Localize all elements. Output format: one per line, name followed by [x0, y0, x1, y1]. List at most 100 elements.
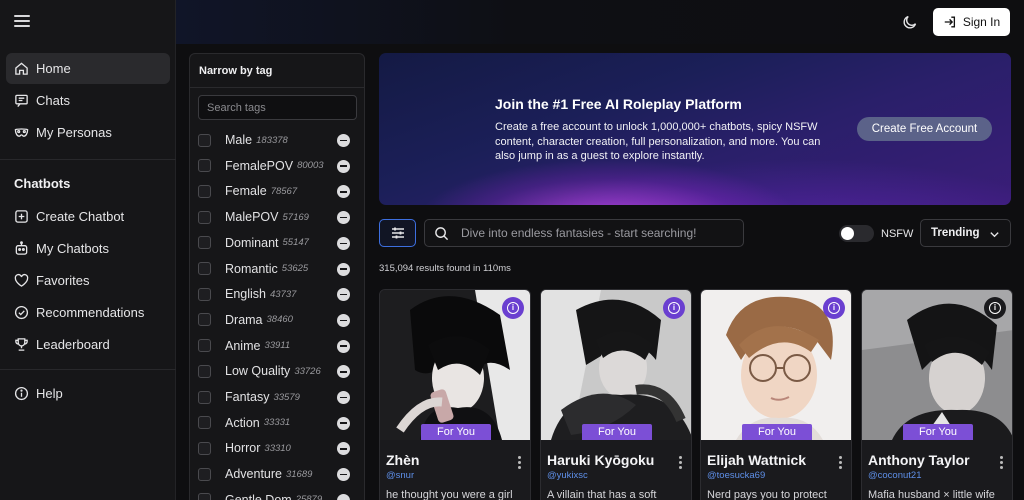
tag-row[interactable]: MalePOV 57169 — [198, 208, 350, 226]
tag-row[interactable]: Action 33331 — [198, 414, 350, 432]
search-icon — [435, 226, 449, 240]
create-account-button[interactable]: Create Free Account — [857, 117, 992, 141]
tag-checkbox[interactable] — [198, 441, 211, 455]
exclude-tag-icon[interactable] — [337, 236, 350, 250]
tag-search-input[interactable] — [198, 95, 357, 120]
sidebar-item-my-chatbots[interactable]: My Chatbots — [6, 233, 170, 264]
exclude-tag-icon[interactable] — [337, 313, 350, 327]
tag-row[interactable]: Low Quality 33726 — [198, 362, 350, 380]
card-handle[interactable]: @yukixsc — [547, 470, 588, 481]
sidebar-item-label: Recommendations — [36, 305, 145, 320]
moon-icon[interactable] — [902, 14, 918, 30]
tag-row[interactable]: Male 183378 — [198, 131, 350, 149]
tag-checkbox[interactable] — [198, 339, 211, 353]
sidebar-item-label: Favorites — [36, 273, 90, 288]
tag-row[interactable]: FemalePOV 80003 — [198, 157, 350, 175]
sort-dropdown[interactable]: Trending — [920, 219, 1011, 247]
sidebar-item-label: Help — [36, 386, 63, 401]
card-handle[interactable]: @toesucka69 — [707, 470, 765, 481]
tag-checkbox[interactable] — [198, 364, 211, 378]
trophy-icon — [15, 338, 28, 351]
sort-label: Trending — [931, 227, 980, 239]
exclude-tag-icon[interactable] — [337, 416, 350, 430]
more-options-icon[interactable] — [679, 456, 683, 470]
tag-checkbox[interactable] — [198, 313, 211, 327]
exclude-tag-icon[interactable] — [337, 468, 350, 482]
character-card[interactable]: i For You Elijah Wattnick @toesucka69 Ne… — [700, 289, 852, 500]
sidebar-item-recommendations[interactable]: Recommendations — [6, 297, 170, 328]
character-card[interactable]: i For You Zhèn @snur he thought you were… — [379, 289, 531, 500]
exclude-tag-icon[interactable] — [337, 185, 350, 199]
exclude-tag-icon[interactable] — [337, 262, 350, 276]
tag-row[interactable]: English 43737 — [198, 285, 350, 303]
tag-checkbox[interactable] — [198, 390, 211, 404]
more-options-icon[interactable] — [839, 456, 843, 470]
tag-name: Anime — [225, 338, 261, 353]
info-icon[interactable]: i — [984, 297, 1006, 319]
sidebar-item-favorites[interactable]: Favorites — [6, 265, 170, 296]
tag-name: Dominant — [225, 235, 279, 250]
search-input[interactable] — [461, 226, 741, 240]
card-handle[interactable]: @coconut21 — [868, 470, 921, 481]
tag-count: 33726 — [294, 365, 321, 377]
tag-checkbox[interactable] — [198, 159, 211, 173]
info-icon[interactable]: i — [502, 297, 524, 319]
sidebar-item-home[interactable]: Home — [6, 53, 170, 84]
tag-count: 80003 — [297, 160, 324, 172]
exclude-tag-icon[interactable] — [337, 134, 350, 147]
tag-checkbox[interactable] — [198, 467, 211, 481]
tag-name: Adventure — [225, 467, 282, 482]
more-options-icon[interactable] — [1000, 456, 1004, 470]
sidebar-item-chats[interactable]: Chats — [6, 85, 170, 116]
card-badge: For You — [903, 424, 973, 440]
exclude-tag-icon[interactable] — [337, 493, 350, 500]
nsfw-toggle[interactable] — [839, 225, 874, 242]
sidebar-item-label: My Chatbots — [36, 241, 109, 256]
tag-checkbox[interactable] — [198, 133, 211, 147]
tag-name: Fantasy — [225, 390, 270, 404]
tag-row[interactable]: Drama 38460 — [198, 311, 350, 329]
sign-in-button[interactable]: Sign In — [933, 8, 1010, 36]
tag-checkbox[interactable] — [198, 416, 211, 430]
tag-checkbox[interactable] — [198, 184, 211, 198]
tag-row[interactable]: Fantasy 33579 — [198, 388, 350, 406]
card-handle[interactable]: @snur — [386, 470, 414, 481]
sidebar-item-label: Chats — [36, 93, 70, 108]
exclude-tag-icon[interactable] — [337, 339, 350, 353]
sidebar-item-label: Home — [36, 61, 71, 76]
sidebar-item-my-personas[interactable]: My Personas — [6, 117, 170, 148]
tag-row[interactable]: Horror 33310 — [198, 439, 350, 457]
exclude-tag-icon[interactable] — [337, 442, 350, 456]
tag-name: MalePOV — [225, 210, 279, 225]
exclude-tag-icon[interactable] — [337, 211, 350, 225]
tag-row[interactable]: Anime 33911 — [198, 337, 350, 355]
tag-name: Horror — [225, 441, 261, 456]
tag-row[interactable]: Adventure 31689 — [198, 465, 350, 483]
tag-checkbox[interactable] — [198, 236, 211, 250]
filter-button[interactable] — [379, 219, 416, 247]
sidebar-item-create-chatbot[interactable]: Create Chatbot — [6, 201, 170, 232]
character-card[interactable]: i For You Anthony Taylor @coconut21 Mafi… — [861, 289, 1013, 500]
more-options-icon[interactable] — [518, 456, 522, 470]
tag-row[interactable]: Gentle Dom 25879 — [198, 491, 350, 500]
card-name: Haruki Kyōgoku — [547, 452, 655, 468]
tag-checkbox[interactable] — [198, 210, 211, 224]
tag-row[interactable]: Female 78567 — [198, 182, 350, 200]
tag-checkbox[interactable] — [198, 287, 211, 301]
hamburger-menu-icon[interactable] — [14, 15, 30, 29]
exclude-tag-icon[interactable] — [337, 365, 350, 379]
character-card[interactable]: i For You Haruki Kyōgoku @yukixsc A vill… — [540, 289, 692, 500]
info-icon[interactable]: i — [663, 297, 685, 319]
info-icon[interactable]: i — [823, 297, 845, 319]
sidebar-item-help[interactable]: Help — [6, 378, 170, 409]
tag-checkbox[interactable] — [198, 262, 211, 275]
exclude-tag-icon[interactable] — [337, 288, 350, 302]
tag-checkbox[interactable] — [198, 493, 211, 500]
sidebar-item-leaderboard[interactable]: Leaderboard — [6, 329, 170, 360]
tag-row[interactable]: Romantic 53625 — [198, 260, 350, 278]
tag-name: Romantic — [225, 261, 278, 276]
exclude-tag-icon[interactable] — [337, 159, 350, 173]
tag-row[interactable]: Dominant 55147 — [198, 234, 350, 252]
tag-count: 38460 — [266, 314, 293, 326]
exclude-tag-icon[interactable] — [337, 391, 350, 404]
